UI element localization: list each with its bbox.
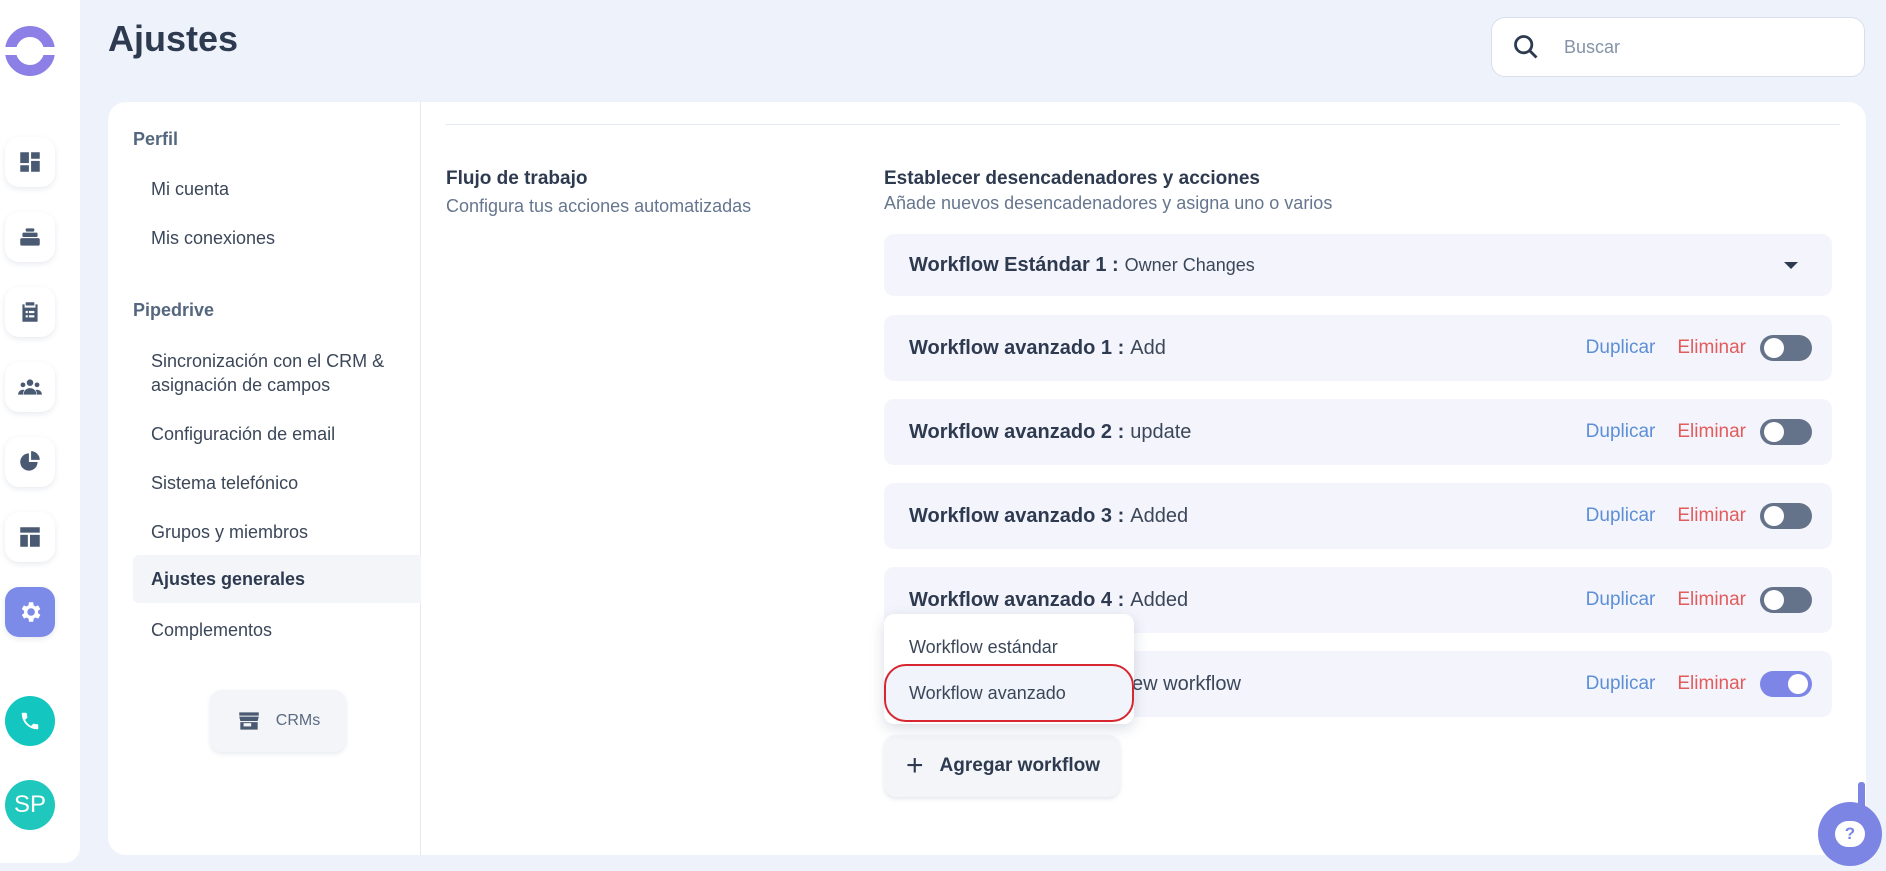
help-button[interactable]: ? — [1818, 802, 1882, 866]
layers-icon[interactable] — [5, 212, 55, 262]
duplicate-button[interactable]: Duplicar — [1586, 673, 1656, 695]
search-bar[interactable] — [1491, 17, 1865, 77]
workflow-toggle[interactable] — [1760, 587, 1812, 613]
add-workflow-label: Agregar workflow — [939, 755, 1101, 776]
add-workflow-button[interactable]: + Agregar workflow — [884, 735, 1120, 797]
triggers-title: Establecer desencadenadores y acciones — [884, 168, 1260, 189]
nav-item-general-settings[interactable]: Ajustes generales — [133, 555, 421, 603]
workflow-toggle[interactable] — [1760, 503, 1812, 529]
crms-button[interactable]: CRMs — [210, 690, 346, 752]
workflow-trigger: Added — [1130, 588, 1189, 611]
avatar[interactable]: SP — [5, 780, 55, 830]
plus-icon: + — [906, 749, 924, 782]
menu-item-advanced-workflow[interactable]: Workflow avanzado — [884, 664, 1134, 722]
settings-nav: Perfil Mi cuenta Mis conexiones Pipedriv… — [108, 102, 421, 855]
triggers-subtitle: Añade nuevos desencadenadores y asigna u… — [884, 193, 1333, 213]
clipboard-icon[interactable] — [5, 287, 55, 337]
workflow-trigger: Owner Changes — [1124, 254, 1255, 275]
nav-item-mis-conexiones[interactable]: Mis conexiones — [133, 226, 421, 250]
workflow-name: Workflow avanzado 4 : — [909, 588, 1125, 611]
advanced-workflow-row[interactable]: Workflow avanzado 2 : update Duplicar El… — [884, 399, 1832, 465]
dashboard-icon[interactable] — [5, 137, 55, 187]
workflow-toggle[interactable] — [1760, 671, 1812, 697]
duplicate-button[interactable]: Duplicar — [1586, 337, 1656, 359]
delete-button[interactable]: Eliminar — [1677, 589, 1746, 611]
workflow-name: Workflow avanzado 2 : — [909, 420, 1125, 443]
crms-label: CRMs — [275, 712, 321, 729]
nav-section-profile: Perfil — [133, 129, 179, 149]
page-title: Ajustes — [108, 18, 239, 59]
delete-button[interactable]: Eliminar — [1677, 505, 1746, 527]
duplicate-button[interactable]: Duplicar — [1586, 505, 1656, 527]
standard-workflow-row[interactable]: Workflow Estándar 1 : Owner Changes — [884, 234, 1832, 296]
workflow-toggle[interactable] — [1760, 335, 1812, 361]
workflow-name: Workflow avanzado 3 : — [909, 504, 1125, 527]
advanced-workflow-row[interactable]: Workflow avanzado 3 : Added Duplicar Eli… — [884, 483, 1832, 549]
nav-item-email-config[interactable]: Configuración de email — [133, 422, 421, 446]
icon-rail: SP — [0, 0, 80, 863]
nav-item-mi-cuenta[interactable]: Mi cuenta — [133, 177, 421, 201]
workflow-section-title: Flujo de trabajo — [446, 168, 588, 189]
pie-chart-icon[interactable] — [5, 437, 55, 487]
workflow-trigger: update — [1130, 420, 1192, 443]
nav-section-pipedrive: Pipedrive — [133, 300, 215, 320]
nav-item-addons[interactable]: Complementos — [133, 618, 421, 642]
workflow-trigger: Add — [1130, 336, 1166, 359]
workflow-trigger: Added — [1130, 504, 1189, 527]
store-icon — [239, 712, 259, 730]
workflow-toggle[interactable] — [1760, 419, 1812, 445]
delete-button[interactable]: Eliminar — [1677, 421, 1746, 443]
chevron-down-icon[interactable] — [1784, 262, 1798, 269]
divider — [446, 124, 1840, 125]
nav-item-crm-sync[interactable]: Sincronización con el CRM & asignación d… — [133, 349, 403, 397]
workflow-name: Workflow Estándar 1 : — [909, 253, 1119, 276]
phone-icon[interactable] — [5, 696, 55, 746]
nav-item-groups-members[interactable]: Grupos y miembros — [133, 520, 421, 544]
menu-item-standard-workflow[interactable]: Workflow estándar — [884, 626, 1134, 668]
help-icon: ? — [1835, 821, 1865, 847]
layout-icon[interactable] — [5, 512, 55, 562]
duplicate-button[interactable]: Duplicar — [1586, 589, 1656, 611]
app-logo[interactable] — [3, 26, 59, 76]
team-icon[interactable] — [5, 362, 55, 412]
advanced-workflow-row[interactable]: Workflow avanzado 1 : Add Duplicar Elimi… — [884, 315, 1832, 381]
workflow-name: Workflow avanzado 1 : — [909, 336, 1125, 359]
workflow-type-menu: Workflow estándar Workflow avanzado — [884, 614, 1134, 724]
delete-button[interactable]: Eliminar — [1677, 673, 1746, 695]
delete-button[interactable]: Eliminar — [1677, 337, 1746, 359]
workflow-section-subtitle: Configura tus acciones automatizadas — [446, 196, 752, 216]
duplicate-button[interactable]: Duplicar — [1586, 421, 1656, 443]
search-icon — [1514, 35, 1538, 59]
workflow-trigger: ew workflow — [1132, 672, 1241, 695]
avatar-initials: SP — [13, 791, 46, 818]
gear-icon[interactable] — [5, 587, 55, 637]
search-input[interactable] — [1564, 36, 1844, 58]
nav-item-phone-system[interactable]: Sistema telefónico — [133, 471, 421, 495]
